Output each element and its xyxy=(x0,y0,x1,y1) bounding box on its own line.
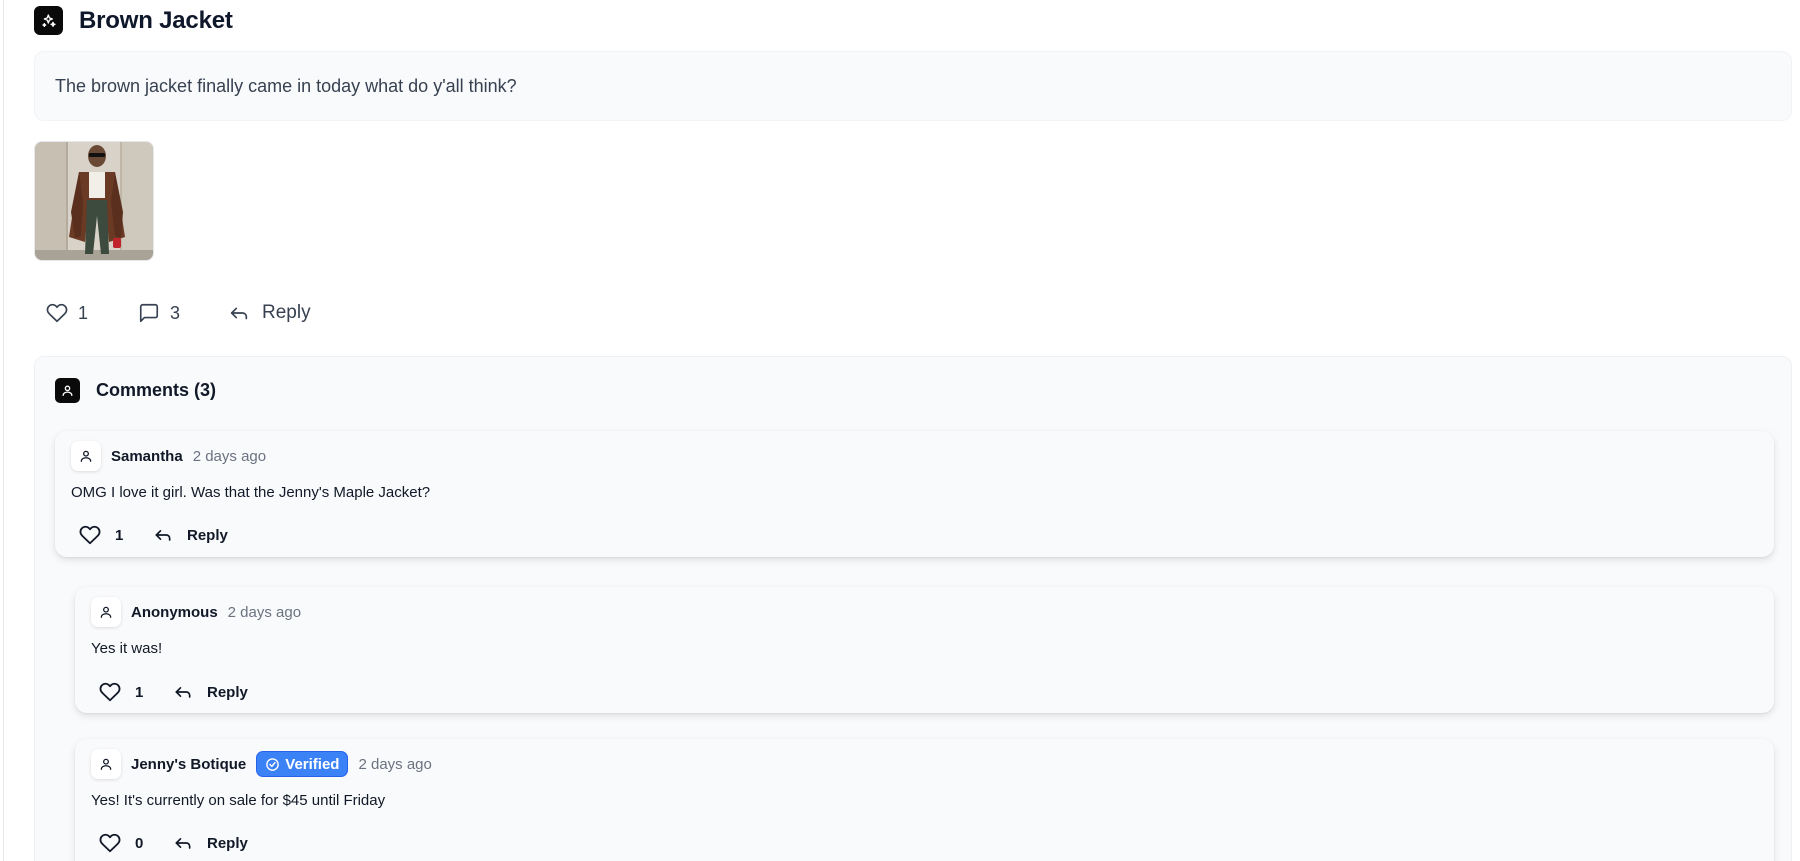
comment-like-count: 0 xyxy=(135,834,144,852)
post-like-button[interactable]: 1 xyxy=(46,302,138,324)
comment-actions: 1 Reply xyxy=(79,521,228,549)
comment-text: OMG I love it girl. Was that the Jenny's… xyxy=(71,484,431,501)
user-icon xyxy=(80,450,92,462)
avatar xyxy=(91,597,121,627)
verified-badge: Verified xyxy=(256,751,349,777)
heart-icon xyxy=(46,303,68,323)
user-icon xyxy=(100,606,112,618)
post-title: Brown Jacket xyxy=(79,6,233,34)
avatar xyxy=(71,441,101,471)
comment-header: Jenny's Botique Verified 2 days ago xyxy=(91,749,432,779)
comment-author[interactable]: Samantha xyxy=(111,448,183,465)
user-icon xyxy=(55,378,80,403)
comment-like-button[interactable]: 1 xyxy=(79,524,153,546)
post-comments-button[interactable]: 3 xyxy=(138,302,228,324)
comment-text: Yes! It's currently on sale for $45 unti… xyxy=(91,792,386,809)
heart-icon xyxy=(99,833,121,853)
comment-reply-label: Reply xyxy=(187,526,228,544)
post-like-count: 1 xyxy=(78,302,89,323)
comment-like-button[interactable]: 1 xyxy=(99,681,173,703)
post-comment-count: 3 xyxy=(170,302,181,323)
comments-panel: Comments (3) Samantha 2 days ago OMG I l… xyxy=(34,356,1792,861)
page: Brown Jacket The brown jacket finally ca… xyxy=(0,0,1800,861)
reply-icon xyxy=(155,530,171,541)
user-icon xyxy=(100,758,112,770)
reply-icon xyxy=(175,687,191,698)
comments-title: Comments (3) xyxy=(96,380,217,400)
comment-timestamp: 2 days ago xyxy=(227,603,302,621)
comment-like-count: 1 xyxy=(115,526,124,544)
sparkle-icon xyxy=(34,6,63,35)
comment-reply-button[interactable]: Reply xyxy=(153,525,228,545)
reply-icon xyxy=(230,307,248,320)
comment-like-count: 1 xyxy=(135,683,144,701)
comment-card: Anonymous 2 days ago Yes it was! 1 Reply xyxy=(75,587,1774,713)
heart-icon xyxy=(99,682,121,702)
message-square-icon xyxy=(139,303,159,323)
post-actions: 1 3 Reply xyxy=(46,297,311,329)
avatar xyxy=(91,749,121,779)
comment-author[interactable]: Jenny's Botique xyxy=(131,756,246,773)
check-circle-icon xyxy=(266,757,280,771)
comment-actions: 1 Reply xyxy=(99,678,248,706)
comment-text: Yes it was! xyxy=(91,640,163,657)
comment-like-button[interactable]: 0 xyxy=(99,832,173,854)
post-body-text: The brown jacket finally came in today w… xyxy=(34,51,1792,121)
comment-reply-label: Reply xyxy=(207,683,248,701)
comment-author[interactable]: Anonymous xyxy=(131,604,218,621)
comment-timestamp: 2 days ago xyxy=(192,447,267,465)
comment-reply-label: Reply xyxy=(207,834,248,852)
comment-header: Anonymous 2 days ago xyxy=(91,597,301,627)
comment-card: Jenny's Botique Verified 2 days ago Yes!… xyxy=(75,739,1774,861)
comment-card: Samantha 2 days ago OMG I love it girl. … xyxy=(55,431,1774,557)
comment-actions: 0 Reply xyxy=(99,829,248,857)
comment-header: Samantha 2 days ago xyxy=(71,441,266,471)
left-divider xyxy=(3,0,4,861)
comment-timestamp: 2 days ago xyxy=(358,755,432,773)
post-header: Brown Jacket xyxy=(34,6,233,35)
heart-icon xyxy=(79,525,101,545)
reply-icon xyxy=(175,838,191,849)
post-image[interactable] xyxy=(34,141,154,261)
comment-reply-button[interactable]: Reply xyxy=(173,682,248,702)
post-reply-button[interactable]: Reply xyxy=(228,302,311,324)
comment-reply-button[interactable]: Reply xyxy=(173,833,248,853)
post-reply-label: Reply xyxy=(262,302,311,323)
verified-label: Verified xyxy=(285,755,340,773)
comments-header: Comments (3) xyxy=(55,378,216,403)
